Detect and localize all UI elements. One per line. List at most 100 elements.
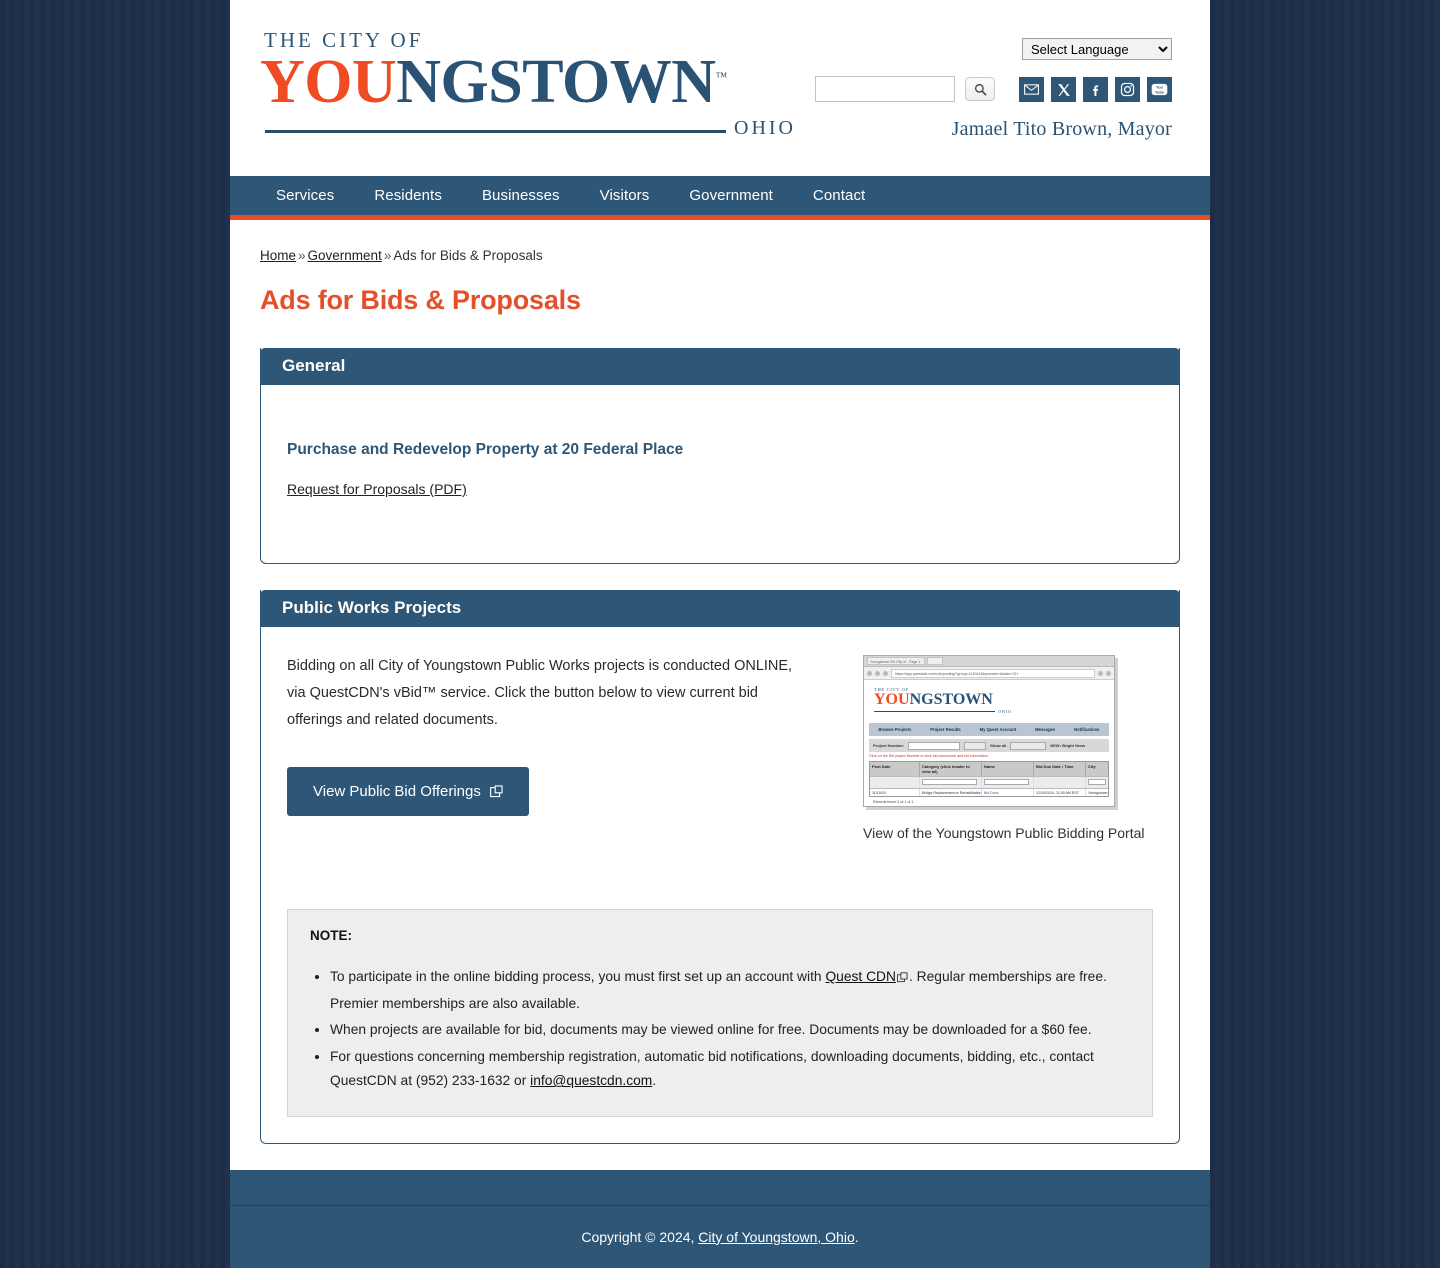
thumb-portal-nav: Browse Projects Project Results My Quest… xyxy=(869,723,1109,736)
nav-item-government[interactable]: Government xyxy=(669,187,793,204)
thumb-menu-icon xyxy=(1106,670,1111,676)
thumb-table-header-row: Post Date Category (click header to view… xyxy=(870,762,1108,776)
nav-item-contact[interactable]: Contact xyxy=(793,187,885,204)
facebook-icon[interactable] xyxy=(1083,77,1108,102)
search-area xyxy=(815,76,995,102)
logo-rule-row: OHIO xyxy=(260,117,800,140)
public-works-card-header: Public Works Projects xyxy=(260,590,1180,627)
thumb-nav-messages: Messages xyxy=(1035,727,1056,732)
thumb-browser-tab: Youngstown OH City of - Page 1 xyxy=(867,657,925,665)
thumb-red-note: Click on the Bid project Number to view … xyxy=(869,754,989,758)
breadcrumb-link-government[interactable]: Government xyxy=(308,248,382,263)
breadcrumb-separator-1: » xyxy=(298,248,306,263)
thumb-cell-category: Bridge Replacement or Rehabilitation xyxy=(922,789,982,796)
search-icon xyxy=(974,83,986,95)
thumb-home-icon xyxy=(883,670,888,676)
thumb-col-city: City xyxy=(1088,764,1096,769)
thumb-logo-you: YOU xyxy=(874,691,910,708)
thumb-browser-tabstrip: Youngstown OH City of - Page 1 xyxy=(864,656,1114,667)
thumb-cell-name: Bid Docs xyxy=(982,789,1034,796)
thumb-table-filter-row xyxy=(870,776,1108,788)
footer-top-bar xyxy=(230,1169,1210,1206)
public-works-paragraph: Bidding on all City of Youngstown Public… xyxy=(287,658,793,728)
search-input[interactable] xyxy=(815,76,955,102)
portal-screenshot-image: Youngstown OH City of - Page 1 https://a… xyxy=(863,655,1115,807)
portal-image-caption: View of the Youngstown Public Bidding Po… xyxy=(863,825,1145,841)
quest-cdn-email-link[interactable]: info@questcdn.com xyxy=(530,1073,652,1088)
portal-thumbnail-wrap: Youngstown OH City of - Page 1 https://a… xyxy=(863,655,1121,807)
thumb-nav-browse-projects: Browse Projects xyxy=(878,727,912,732)
note-list: To participate in the online bidding pro… xyxy=(310,965,1130,1094)
note-item-1-pre: To participate in the online bidding pro… xyxy=(330,969,826,984)
nav-item-services[interactable]: Services xyxy=(256,187,354,204)
public-works-text-column: Bidding on all City of Youngstown Public… xyxy=(287,653,833,817)
thumb-cell-post-date: 11/15/24 xyxy=(870,789,920,796)
thumb-col-name: Name xyxy=(982,762,1034,776)
thumb-per-page-select xyxy=(1010,741,1047,750)
social-links: You Tube xyxy=(1019,77,1172,102)
quest-cdn-link[interactable]: Quest CDN xyxy=(825,969,896,984)
x-twitter-icon[interactable] xyxy=(1051,77,1076,102)
general-card: General Purchase and Redevelop Property … xyxy=(260,348,1180,564)
page-container: THE CITY OF YOUNGSTOWN™ OHIO Select Lang… xyxy=(230,0,1210,1268)
thumb-url-text: https://app.questcdn.com/cdn/posting/?gr… xyxy=(891,668,1095,678)
thumb-projects-table: Post Date Category (click header to view… xyxy=(869,761,1109,797)
external-link-icon-small xyxy=(897,967,908,992)
thumb-cell-name-link: Bid Docs xyxy=(984,790,999,795)
breadcrumb-link-home[interactable]: Home xyxy=(260,248,296,263)
email-icon[interactable] xyxy=(1019,77,1044,102)
thumb-filter-label: Project Number: xyxy=(873,743,905,748)
note-item-3-post: . xyxy=(652,1073,657,1089)
instagram-icon[interactable] xyxy=(1115,77,1140,102)
thumb-project-number-input xyxy=(908,741,961,750)
youtube-icon[interactable]: You Tube xyxy=(1147,77,1172,102)
thumb-nav-project-results: Project Results xyxy=(930,727,961,732)
thumb-logo-divider xyxy=(874,711,995,712)
breadcrumb: Home» Government» Ads for Bids & Proposals xyxy=(260,248,1180,263)
note-item-2-text: When projects are available for bid, doc… xyxy=(330,1022,1092,1038)
thumb-nav-my-quest-account: My Quest Account xyxy=(979,727,1017,732)
logo-ngstown-text: NGSTOWN xyxy=(396,48,716,116)
view-public-bid-offerings-button[interactable]: View Public Bid Offerings xyxy=(287,767,529,817)
thumb-col-bid-due: Bid Due Date / Time xyxy=(1034,762,1086,776)
note-box: NOTE: To participate in the online biddi… xyxy=(287,909,1153,1117)
note-title: NOTE: xyxy=(310,928,352,943)
nav-item-businesses[interactable]: Businesses xyxy=(462,187,580,204)
thumb-search-button xyxy=(964,741,987,750)
external-link-icon xyxy=(489,785,503,798)
thumb-cell-bid-due: 12/10/2024, 11:00 AM EST xyxy=(1034,789,1086,796)
thumb-reload-icon xyxy=(875,670,880,676)
nav-item-residents[interactable]: Residents xyxy=(354,187,462,204)
language-select[interactable]: Select Language xyxy=(1022,38,1172,60)
note-item-questions: For questions concerning membership regi… xyxy=(330,1045,1130,1094)
trademark-symbol: ™ xyxy=(715,69,728,84)
public-works-image-column: Youngstown OH City of - Page 1 https://a… xyxy=(863,653,1153,841)
note-item-3-pre: For questions concerning membership regi… xyxy=(330,1048,1094,1089)
search-button[interactable] xyxy=(965,77,995,101)
note-item-documents: When projects are available for bid, doc… xyxy=(330,1018,1130,1043)
thumb-site-logo: THE CITY OF YOUNGSTOWN OHIO xyxy=(864,680,1114,718)
thumb-logo-wordmark: YOUNGSTOWN xyxy=(874,692,1114,708)
general-card-header: General xyxy=(260,348,1180,385)
main-content: Home» Government» Ads for Bids & Proposals… xyxy=(230,220,1210,1144)
thumb-logo-ngstown: NGSTOWN xyxy=(909,691,993,708)
svg-text:Tube: Tube xyxy=(1155,89,1165,94)
public-works-card: Public Works Projects Bidding on all Cit… xyxy=(260,590,1180,1144)
thumb-col-category: Category (click header to view all) xyxy=(920,762,982,776)
site-logo[interactable]: THE CITY OF YOUNGSTOWN™ OHIO xyxy=(260,28,800,140)
public-works-card-body: Bidding on all City of Youngstown Public… xyxy=(261,627,1179,1143)
request-for-proposals-link[interactable]: Request for Proposals (PDF) xyxy=(287,481,467,497)
general-card-body: Purchase and Redevelop Property at 20 Fe… xyxy=(261,385,1179,563)
thumb-cell-city: Youngstown xyxy=(1088,790,1108,795)
bid-button-label: View Public Bid Offerings xyxy=(313,783,481,801)
footer-city-link[interactable]: City of Youngstown, Ohio xyxy=(698,1229,854,1245)
note-item-account: To participate in the online bidding pro… xyxy=(330,965,1130,1016)
mayor-name: Jamael Tito Brown, Mayor xyxy=(951,118,1172,140)
thumb-records-footer: Records found 1 of 1 of 1 xyxy=(873,800,914,804)
logo-wordmark: YOUNGSTOWN™ xyxy=(260,48,800,116)
main-navigation: Services Residents Businesses Visitors G… xyxy=(230,176,1210,220)
thumb-star-icon xyxy=(1098,670,1103,676)
thumb-filter-bar: Project Number: Show all NEW: Bright New… xyxy=(869,739,1109,752)
nav-item-visitors[interactable]: Visitors xyxy=(580,187,670,204)
page-title: Ads for Bids & Proposals xyxy=(260,285,581,315)
